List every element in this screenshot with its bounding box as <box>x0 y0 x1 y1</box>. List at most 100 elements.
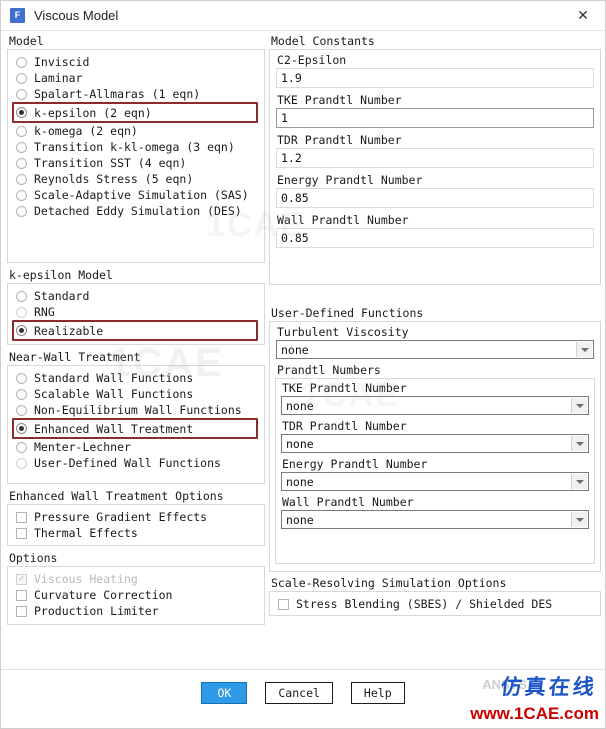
srs-group-box: Stress Blending (SBES) / Shielded DES <box>269 591 601 616</box>
checkbox-label: Production Limiter <box>34 604 159 618</box>
title-bar: F Viscous Model ✕ <box>1 1 605 31</box>
input-tdr-prandtl-number[interactable]: 1.2 <box>276 148 594 168</box>
dialog-body: Model Inviscid Laminar Spalart-Allmaras … <box>1 30 605 670</box>
options-group-box: ✓ Viscous Heating Curvature Correction P… <box>7 566 265 625</box>
chevron-down-icon[interactable] <box>571 398 587 413</box>
checkbox-icon <box>16 511 27 523</box>
checkbox-pressure-gradient-effects[interactable]: Pressure Gradient Effects <box>12 509 260 525</box>
radio-icon-selected <box>16 423 27 434</box>
radio-enhanced-wall-treatment[interactable]: Enhanced Wall Treatment <box>12 418 258 439</box>
radio-user-defined-wall-functions[interactable]: User-Defined Wall Functions <box>12 455 260 471</box>
checkbox-icon <box>16 589 27 601</box>
dropdown-udf-wall-prandtl-number[interactable]: none <box>281 510 589 529</box>
input-wall-prandtl-number[interactable]: 0.85 <box>276 228 594 248</box>
radio-label: Transition SST (4 eqn) <box>34 156 187 170</box>
radio-icon <box>16 141 27 153</box>
radio-scale-adaptive-simulation[interactable]: Scale-Adaptive Simulation (SAS) <box>12 187 260 203</box>
radio-icon <box>16 441 27 453</box>
radio-k-epsilon[interactable]: k-epsilon (2 eqn) <box>12 102 258 123</box>
input-energy-prandtl-number[interactable]: 0.85 <box>276 188 594 208</box>
radio-reynolds-stress[interactable]: Reynolds Stress (5 eqn) <box>12 171 260 187</box>
right-column: Model Constants C2-Epsilon 1.9 TKE Prand… <box>269 34 601 616</box>
dropdown-udf-tdr-prandtl-number[interactable]: none <box>281 434 589 453</box>
ewt-options-group-box: Pressure Gradient Effects Thermal Effect… <box>7 504 265 546</box>
field-label-tke-prandtl-number: TKE Prandtl Number <box>277 93 402 107</box>
udf-group-label: User-Defined Functions <box>271 306 424 320</box>
prandtl-numbers-group-box: TKE Prandtl Number none TDR Prandtl Numb… <box>275 378 595 564</box>
checkbox-label: Pressure Gradient Effects <box>34 510 208 524</box>
radio-realizable[interactable]: Realizable <box>12 320 258 341</box>
chevron-down-icon[interactable] <box>571 436 587 451</box>
close-icon[interactable]: ✕ <box>561 2 605 30</box>
field-label-tdr-prandtl-number: TDR Prandtl Number <box>277 133 402 147</box>
radio-label: Menter-Lechner <box>34 440 131 454</box>
radio-label: Scale-Adaptive Simulation (SAS) <box>34 188 249 202</box>
chevron-down-icon[interactable] <box>571 474 587 489</box>
radio-spalart-allmaras[interactable]: Spalart-Allmaras (1 eqn) <box>12 86 260 102</box>
radio-standard[interactable]: Standard <box>12 288 260 304</box>
field-label-udf-wall-prandtl-number: Wall Prandtl Number <box>282 495 414 509</box>
checkbox-production-limiter[interactable]: Production Limiter <box>12 603 260 619</box>
input-tke-prandtl-number[interactable]: 1 <box>276 108 594 128</box>
field-label-udf-energy-prandtl-number: Energy Prandtl Number <box>282 457 428 471</box>
radio-icon <box>16 372 27 384</box>
radio-transition-sst[interactable]: Transition SST (4 eqn) <box>12 155 260 171</box>
radio-transition-k-kl-omega[interactable]: Transition k-kl-omega (3 eqn) <box>12 139 260 155</box>
viscous-model-dialog: F Viscous Model ✕ Model Inviscid Laminar… <box>0 0 606 729</box>
ok-button[interactable]: OK <box>201 682 248 704</box>
model-constants-group-label: Model Constants <box>271 34 375 48</box>
dialog-footer: OK Cancel Help <box>1 669 605 728</box>
field-label-energy-prandtl-number: Energy Prandtl Number <box>277 173 423 187</box>
checkbox-icon <box>16 527 27 539</box>
radio-non-equilibrium-wall-functions[interactable]: Non-Equilibrium Wall Functions <box>12 402 260 418</box>
dropdown-turbulent-viscosity[interactable]: none <box>276 340 594 359</box>
radio-icon-selected <box>16 107 27 118</box>
radio-standard-wall-functions[interactable]: Standard Wall Functions <box>12 370 260 386</box>
radio-icon <box>16 290 27 302</box>
dropdown-value: none <box>286 512 314 527</box>
radio-label: k-epsilon (2 eqn) <box>34 105 152 120</box>
field-label-wall-prandtl-number: Wall Prandtl Number <box>277 213 409 227</box>
checkbox-icon <box>278 598 289 610</box>
radio-laminar[interactable]: Laminar <box>12 70 260 86</box>
left-column: Model Inviscid Laminar Spalart-Allmaras … <box>7 34 265 625</box>
radio-k-omega[interactable]: k-omega (2 eqn) <box>12 123 260 139</box>
checkbox-viscous-heating: ✓ Viscous Heating <box>12 571 260 587</box>
radio-icon <box>16 157 27 169</box>
checkbox-icon <box>16 605 27 617</box>
fluent-app-icon: F <box>10 8 25 23</box>
chevron-down-icon[interactable] <box>571 512 587 527</box>
radio-label: RNG <box>34 305 55 319</box>
radio-scalable-wall-functions[interactable]: Scalable Wall Functions <box>12 386 260 402</box>
model-constants-group-box: C2-Epsilon 1.9 TKE Prandtl Number 1 TDR … <box>269 49 601 285</box>
dropdown-udf-energy-prandtl-number[interactable]: none <box>281 472 589 491</box>
radio-label: Standard Wall Functions <box>34 371 194 385</box>
radio-label: Laminar <box>34 71 83 85</box>
radio-menter-lechner[interactable]: Menter-Lechner <box>12 439 260 455</box>
dropdown-udf-tke-prandtl-number[interactable]: none <box>281 396 589 415</box>
checkbox-curvature-correction[interactable]: Curvature Correction <box>12 587 260 603</box>
checkbox-thermal-effects[interactable]: Thermal Effects <box>12 525 260 541</box>
radio-icon <box>16 404 27 416</box>
radio-inviscid[interactable]: Inviscid <box>12 54 260 70</box>
radio-label: Realizable <box>34 323 104 338</box>
checkbox-label: Curvature Correction <box>34 588 173 602</box>
radio-icon <box>16 56 27 68</box>
field-label-c2-epsilon: C2-Epsilon <box>277 53 347 67</box>
input-c2-epsilon[interactable]: 1.9 <box>276 68 594 88</box>
radio-label: Standard <box>34 289 90 303</box>
radio-detached-eddy-simulation[interactable]: Detached Eddy Simulation (DES) <box>12 203 260 219</box>
checkbox-stress-blending-sbes[interactable]: Stress Blending (SBES) / Shielded DES <box>274 596 596 612</box>
near-wall-group-label: Near-Wall Treatment <box>9 350 141 364</box>
radio-icon <box>16 189 27 201</box>
radio-icon-selected <box>16 325 27 336</box>
window-title: Viscous Model <box>34 8 119 23</box>
near-wall-group-box: Standard Wall Functions Scalable Wall Fu… <box>7 365 265 484</box>
radio-label: Scalable Wall Functions <box>34 387 194 401</box>
radio-rng[interactable]: RNG <box>12 304 260 320</box>
checkbox-label: Stress Blending (SBES) / Shielded DES <box>296 597 553 611</box>
radio-icon <box>16 125 27 137</box>
cancel-button[interactable]: Cancel <box>265 682 333 704</box>
chevron-down-icon[interactable] <box>576 342 592 357</box>
help-button[interactable]: Help <box>350 682 405 704</box>
